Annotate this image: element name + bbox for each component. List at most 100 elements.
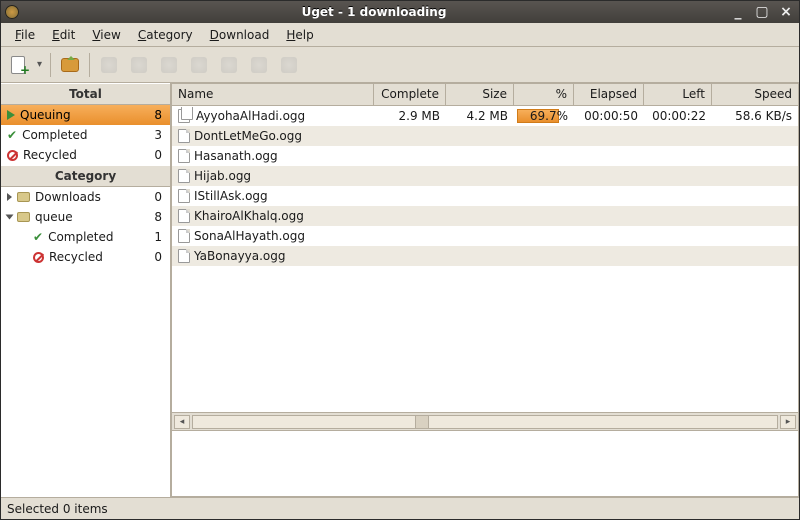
download-row[interactable]: Hijab.ogg bbox=[172, 166, 798, 186]
new-download-dropdown[interactable]: ▾ bbox=[37, 59, 42, 70]
toolbar-separator bbox=[89, 53, 90, 77]
sidebar-item-count: 1 bbox=[154, 230, 164, 244]
sidebar-total-header: Total bbox=[1, 83, 170, 105]
file-icon bbox=[178, 129, 190, 143]
download-complete bbox=[374, 234, 446, 238]
menu-edit[interactable]: Edit bbox=[44, 25, 83, 45]
downloads-header-row[interactable]: Name Complete Size % Elapsed Left Speed bbox=[172, 84, 798, 106]
download-name: Hijab.ogg bbox=[194, 169, 251, 183]
title-bar[interactable]: Uget - 1 downloading _ ▢ × bbox=[1, 1, 799, 23]
sidebar-subitem-completed[interactable]: ✔Completed1 bbox=[1, 227, 170, 247]
download-row[interactable]: AyyohaAlHadi.ogg2.9 MB4.2 MB69.7%00:00:5… bbox=[172, 106, 798, 126]
new-download-button[interactable] bbox=[7, 54, 29, 76]
download-size bbox=[446, 194, 514, 198]
download-elapsed bbox=[574, 254, 644, 258]
download-complete bbox=[374, 214, 446, 218]
expand-toggle-icon[interactable] bbox=[7, 193, 12, 201]
sidebar-item-queuing[interactable]: Queuing8 bbox=[1, 105, 170, 125]
scroll-right-button[interactable]: ▸ bbox=[780, 415, 796, 429]
download-row[interactable]: YaBonayya.ogg bbox=[172, 246, 798, 266]
detail-panel bbox=[171, 431, 799, 497]
sidebar-category-downloads[interactable]: Downloads0 bbox=[1, 187, 170, 207]
download-size bbox=[446, 234, 514, 238]
minimize-button[interactable]: _ bbox=[729, 5, 747, 19]
download-speed bbox=[712, 234, 798, 238]
col-percent[interactable]: % bbox=[514, 84, 574, 105]
app-window: Uget - 1 downloading _ ▢ × File Edit Vie… bbox=[0, 0, 800, 520]
percent-value: 69.7% bbox=[530, 109, 574, 123]
menu-file[interactable]: File bbox=[7, 25, 43, 45]
scroll-left-button[interactable]: ◂ bbox=[174, 415, 190, 429]
download-name: KhairoAlKhalq.ogg bbox=[194, 209, 304, 223]
download-left bbox=[644, 134, 712, 138]
main-panel: Name Complete Size % Elapsed Left Speed … bbox=[171, 83, 799, 497]
download-percent bbox=[514, 254, 574, 258]
download-speed bbox=[712, 194, 798, 198]
start-button[interactable] bbox=[59, 54, 81, 76]
sidebar-subitem-recycled[interactable]: Recycled0 bbox=[1, 247, 170, 267]
toolbar-separator bbox=[50, 53, 51, 77]
downloads-rows[interactable]: AyyohaAlHadi.ogg2.9 MB4.2 MB69.7%00:00:5… bbox=[172, 106, 798, 412]
download-row[interactable]: IStillAsk.ogg bbox=[172, 186, 798, 206]
scroll-track[interactable] bbox=[192, 415, 778, 429]
download-size bbox=[446, 254, 514, 258]
folder-icon bbox=[17, 192, 30, 202]
download-name: Hasanath.ogg bbox=[194, 149, 278, 163]
sidebar-category-header: Category bbox=[1, 165, 170, 187]
recycled-icon bbox=[33, 252, 44, 263]
menu-view[interactable]: View bbox=[84, 25, 128, 45]
download-speed bbox=[712, 174, 798, 178]
file-icon bbox=[178, 209, 190, 223]
col-elapsed[interactable]: Elapsed bbox=[574, 84, 644, 105]
scroll-thumb[interactable] bbox=[415, 416, 429, 428]
move-up-button bbox=[188, 54, 210, 76]
download-row[interactable]: SonaAlHayath.ogg bbox=[172, 226, 798, 246]
sidebar-filler bbox=[1, 267, 170, 497]
download-left bbox=[644, 154, 712, 158]
download-size bbox=[446, 174, 514, 178]
move-top-button bbox=[248, 54, 270, 76]
download-percent bbox=[514, 174, 574, 178]
download-row[interactable]: KhairoAlKhalq.ogg bbox=[172, 206, 798, 226]
download-elapsed bbox=[574, 174, 644, 178]
download-left bbox=[644, 234, 712, 238]
toolbar: ▾ bbox=[1, 47, 799, 83]
folder-icon bbox=[17, 212, 30, 222]
download-size bbox=[446, 214, 514, 218]
download-size: 4.2 MB bbox=[446, 107, 514, 125]
sidebar-item-recycled[interactable]: Recycled0 bbox=[1, 145, 170, 165]
col-speed[interactable]: Speed bbox=[712, 84, 798, 105]
file-icon bbox=[178, 229, 190, 243]
download-row[interactable]: Hasanath.ogg bbox=[172, 146, 798, 166]
download-complete bbox=[374, 254, 446, 258]
horizontal-scrollbar[interactable]: ◂ ▸ bbox=[172, 412, 798, 430]
menu-download[interactable]: Download bbox=[202, 25, 278, 45]
download-name: AyyohaAlHadi.ogg bbox=[196, 109, 305, 123]
download-row[interactable]: DontLetMeGo.ogg bbox=[172, 126, 798, 146]
pause-button bbox=[128, 54, 150, 76]
download-name: SonaAlHayath.ogg bbox=[194, 229, 305, 243]
col-size[interactable]: Size bbox=[446, 84, 514, 105]
col-complete[interactable]: Complete bbox=[374, 84, 446, 105]
sidebar-item-label: Downloads bbox=[35, 190, 101, 204]
col-left[interactable]: Left bbox=[644, 84, 712, 105]
downloads-list: Name Complete Size % Elapsed Left Speed … bbox=[171, 83, 799, 431]
sidebar-category-queue[interactable]: queue8 bbox=[1, 207, 170, 227]
download-percent bbox=[514, 234, 574, 238]
sidebar-item-completed[interactable]: ✔Completed3 bbox=[1, 125, 170, 145]
close-button[interactable]: × bbox=[777, 5, 795, 19]
properties-button bbox=[158, 54, 180, 76]
col-name[interactable]: Name bbox=[172, 84, 374, 105]
download-left bbox=[644, 194, 712, 198]
downloading-icon bbox=[178, 109, 192, 123]
main-body: Total Queuing8✔Completed3Recycled0 Categ… bbox=[1, 83, 799, 497]
download-left bbox=[644, 214, 712, 218]
download-complete bbox=[374, 154, 446, 158]
file-icon bbox=[178, 169, 190, 183]
menu-help[interactable]: Help bbox=[278, 25, 321, 45]
maximize-button[interactable]: ▢ bbox=[753, 5, 771, 19]
expand-toggle-icon[interactable] bbox=[6, 215, 14, 220]
download-speed: 58.6 KB/s bbox=[712, 107, 798, 125]
menu-category[interactable]: Category bbox=[130, 25, 201, 45]
download-speed bbox=[712, 214, 798, 218]
